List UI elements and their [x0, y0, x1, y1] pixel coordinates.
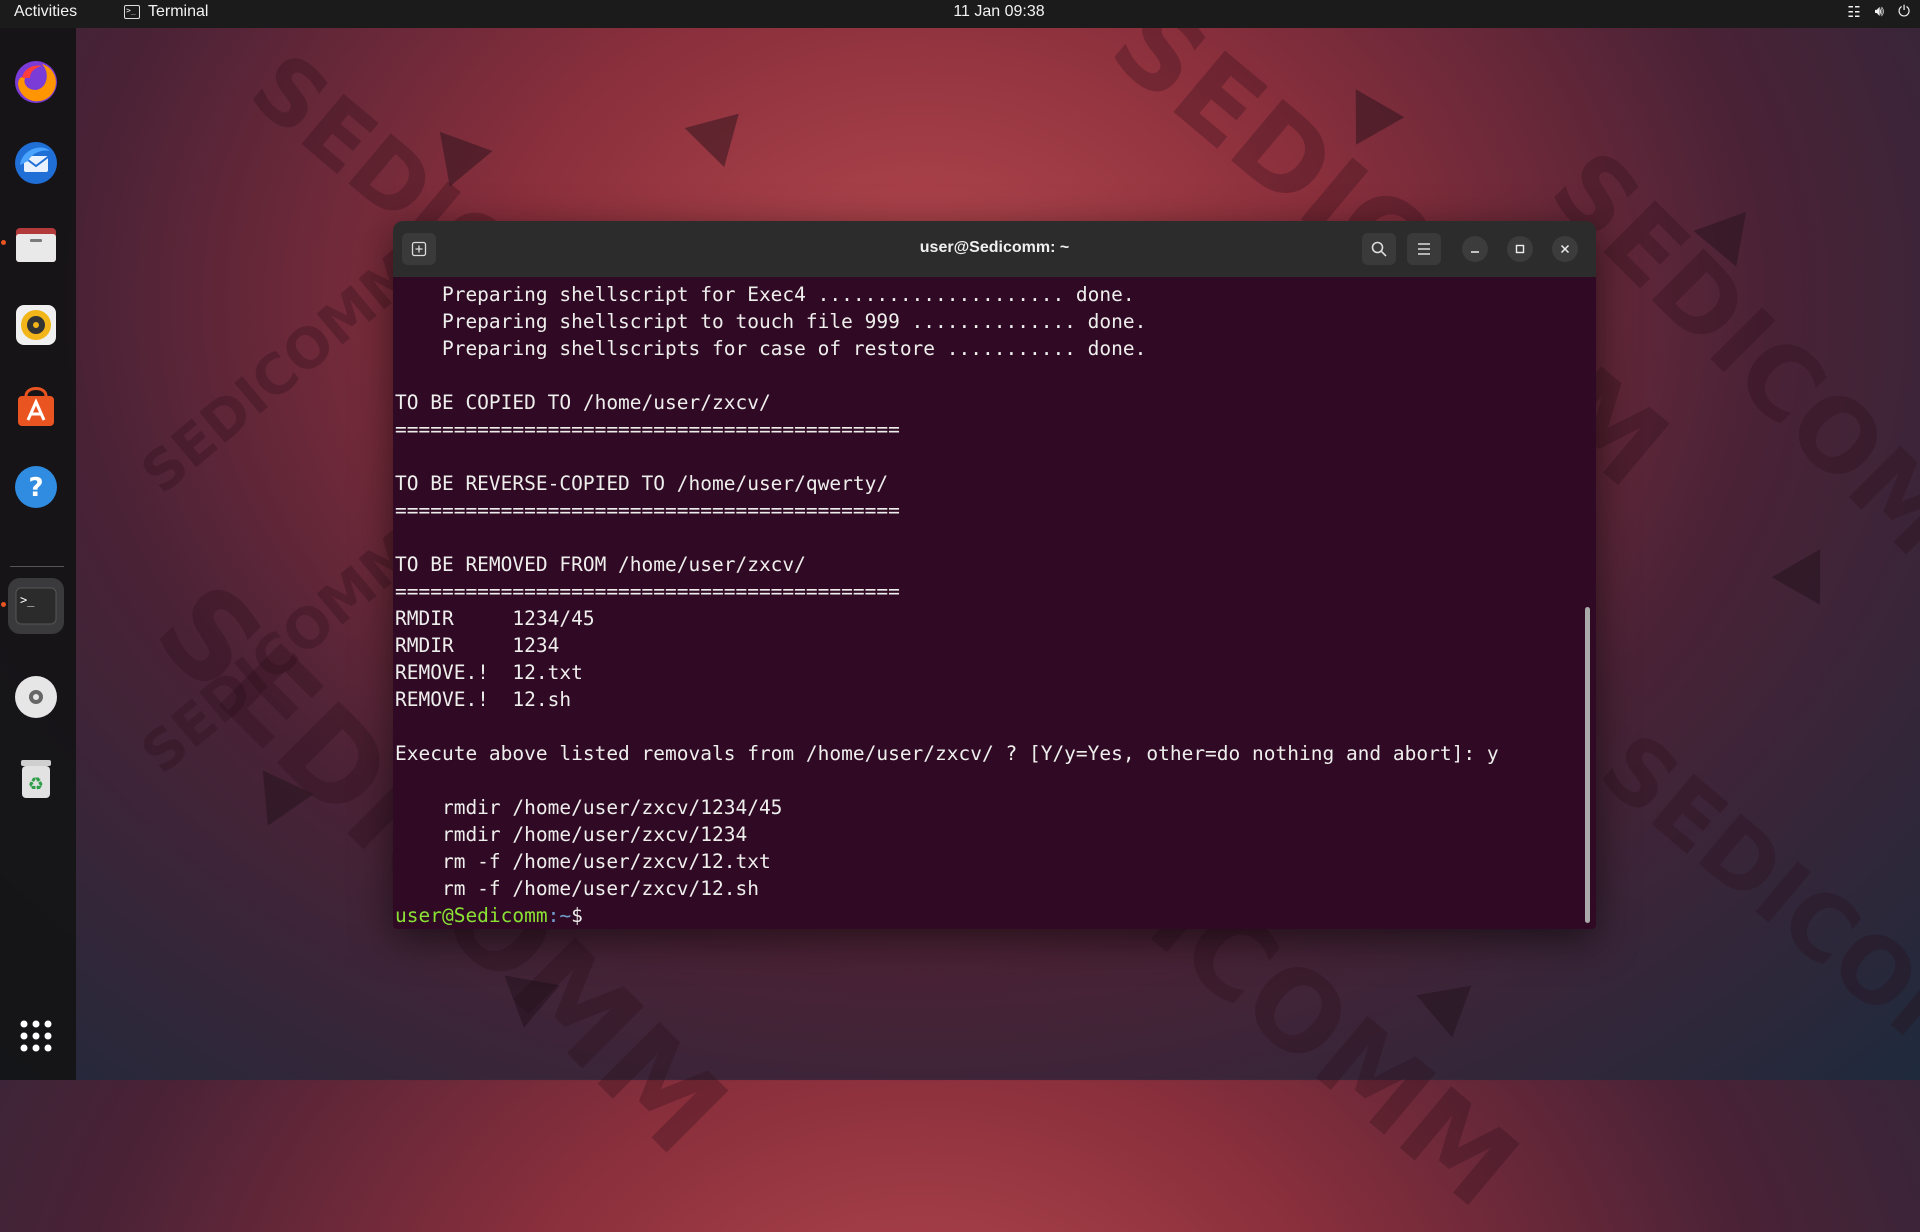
dock-terminal[interactable]: >_ [1, 578, 64, 634]
terminal-scrollbar[interactable] [1585, 607, 1590, 923]
dock-thunderbird[interactable] [10, 137, 62, 189]
wallpaper-watermark: SEDICOMM [129, 518, 431, 786]
svg-text:?: ? [28, 473, 43, 503]
wallpaper-triangle [242, 770, 314, 838]
terminal-line: ========================================… [395, 418, 900, 441]
wallpaper-triangle [496, 975, 560, 1033]
firefox-icon [15, 61, 57, 103]
prompt-user: user@Sedicomm [395, 904, 548, 927]
show-applications-button[interactable] [10, 1010, 62, 1062]
rhythmbox-icon [16, 305, 56, 345]
software-store-icon [18, 387, 54, 426]
terminal-line: TO BE COPIED TO /home/user/zxcv/ [395, 391, 771, 414]
maximize-icon [1515, 244, 1525, 254]
dock-rhythmbox[interactable] [10, 299, 62, 351]
dock-help[interactable]: ? [10, 461, 62, 513]
terminal-line: ========================================… [395, 499, 900, 522]
running-indicator [1, 602, 6, 607]
app-grid-icon [20, 1020, 52, 1052]
terminal-output-area[interactable]: Preparing shellscript for Exec4 ........… [393, 277, 1596, 929]
prompt-symbol: $ [571, 904, 583, 927]
terminal-line: RMDIR 1234/45 [395, 607, 595, 630]
wallpaper-triangle [684, 113, 752, 175]
network-icon: ☷ [1847, 4, 1861, 21]
terminal-icon: >_ [15, 587, 57, 625]
wallpaper-triangle [1771, 549, 1845, 619]
power-icon: ⏻ [1898, 3, 1910, 20]
terminal-prompt: user@Sedicomm:~$ [395, 902, 1499, 929]
dock-firefox[interactable] [10, 56, 62, 108]
terminal-line: rmdir /home/user/zxcv/1234 [395, 823, 748, 846]
running-indicator [1, 240, 6, 245]
trash-icon: ♻ [21, 760, 51, 798]
terminal-line: rm -f /home/user/zxcv/12.txt [395, 850, 771, 873]
dock-trash[interactable]: ♻ [10, 752, 62, 804]
window-titlebar[interactable]: user@Sedicomm: ~ [393, 221, 1596, 277]
wallpaper-triangle [1416, 985, 1480, 1043]
files-icon [16, 228, 56, 262]
dock-disc[interactable] [10, 671, 62, 723]
terminal-line: REMOVE.! 12.txt [395, 661, 583, 684]
terminal-line: RMDIR 1234 [395, 634, 560, 657]
search-icon [1371, 241, 1387, 257]
minimize-icon [1471, 251, 1479, 253]
search-button[interactable] [1362, 233, 1396, 265]
hamburger-menu-icon [1418, 243, 1430, 255]
wallpaper-triangle [423, 131, 493, 197]
top-bar: Activities >_ Terminal 11 Jan 09:38 ☷ 🔊︎… [0, 0, 1920, 28]
volume-icon: 🔊︎ [1874, 3, 1885, 20]
dock-separator [10, 566, 64, 567]
thunderbird-icon [15, 142, 57, 184]
dock-software[interactable] [10, 380, 62, 432]
wallpaper-watermark: SEDICOMM [1581, 713, 1920, 1152]
terminal-line: Preparing shellscripts for case of resto… [395, 337, 1147, 360]
close-button[interactable] [1552, 236, 1578, 262]
wallpaper-triangle [1693, 211, 1763, 277]
menu-button[interactable] [1407, 233, 1441, 265]
terminal-line: ========================================… [395, 580, 900, 603]
system-tray[interactable]: ☷ 🔊︎ ⏻ [1847, 3, 1910, 21]
disc-icon [15, 676, 57, 718]
dock-files[interactable] [1, 218, 62, 270]
clock[interactable]: 11 Jan 09:38 [0, 3, 1920, 21]
svg-text:>_: >_ [20, 593, 35, 607]
terminal-window: user@Sedicomm: ~ Preparing shellscript f… [393, 221, 1596, 929]
terminal-text: Preparing shellscript for Exec4 ........… [395, 281, 1499, 929]
maximize-button[interactable] [1507, 236, 1533, 262]
svg-text:♻: ♻ [28, 774, 44, 795]
terminal-line: TO BE REMOVED FROM /home/user/zxcv/ [395, 553, 806, 576]
wallpaper-triangle [1331, 89, 1405, 159]
terminal-line: Execute above listed removals from /home… [395, 742, 1499, 765]
close-icon [1560, 244, 1570, 254]
help-icon: ? [15, 466, 57, 508]
terminal-line: Preparing shellscript to touch file 999 … [395, 310, 1147, 333]
terminal-line: rm -f /home/user/zxcv/12.sh [395, 877, 759, 900]
terminal-line: TO BE REVERSE-COPIED TO /home/user/qwert… [395, 472, 889, 495]
wallpaper-watermark: SEDICOMM [129, 238, 431, 506]
prompt-path: ~ [559, 904, 572, 927]
terminal-line: rmdir /home/user/zxcv/1234/45 [395, 796, 783, 819]
minimize-button[interactable] [1462, 236, 1488, 262]
terminal-line: REMOVE.! 12.sh [395, 688, 572, 711]
terminal-line: Preparing shellscript for Exec4 ........… [395, 283, 1135, 306]
prompt-separator: : [547, 904, 560, 927]
dock: ? >_ ♻ [0, 28, 76, 1080]
